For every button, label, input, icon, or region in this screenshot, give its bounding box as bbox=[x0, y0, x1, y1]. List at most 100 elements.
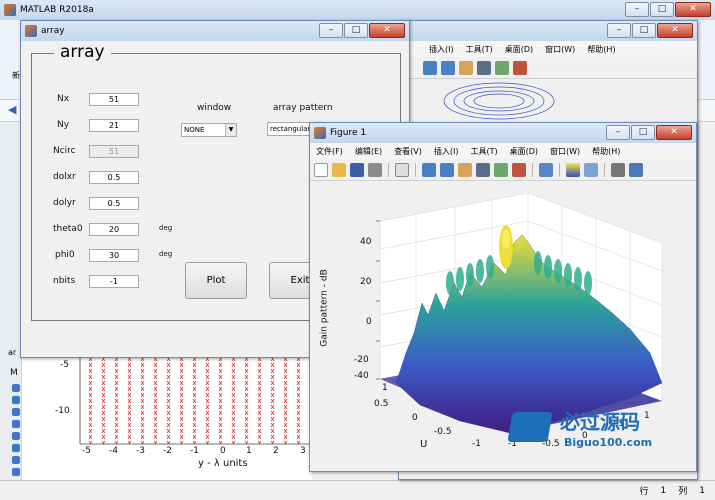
bg-menu-insert[interactable]: 插入(I) bbox=[429, 44, 454, 55]
bg-close-button[interactable]: ✕ bbox=[657, 23, 693, 38]
print-icon[interactable] bbox=[368, 162, 382, 177]
bg-figure-menu: 插入(I) 工具(T) 桌面(D) 窗口(W) 帮助(H) bbox=[399, 41, 697, 57]
rotate-3d-icon[interactable] bbox=[476, 162, 490, 177]
brush-icon[interactable] bbox=[513, 60, 527, 75]
minimize-button[interactable]: – bbox=[625, 2, 649, 17]
z-tick-0: 0 bbox=[366, 317, 372, 327]
label-ncirc: Ncirc bbox=[53, 146, 76, 156]
nx-field[interactable]: 51 bbox=[89, 93, 139, 106]
bg-x-label: y - λ units bbox=[198, 458, 248, 469]
bg-maximize-button[interactable]: □ bbox=[632, 23, 656, 38]
legend-icon[interactable] bbox=[584, 162, 598, 177]
watermark-logo-icon bbox=[507, 412, 553, 442]
menu-insert[interactable]: 插入(I) bbox=[434, 146, 459, 157]
variable-tab-label[interactable]: M bbox=[10, 368, 18, 378]
pointer-icon[interactable] bbox=[395, 162, 409, 177]
figure-title-bar: Figure 1 – □ ✕ bbox=[310, 123, 696, 143]
z-tick-40: 40 bbox=[360, 237, 372, 247]
bg-menu-desktop[interactable]: 桌面(D) bbox=[505, 44, 533, 55]
zoom-in-icon[interactable] bbox=[423, 60, 437, 75]
nbits-field[interactable]: -1 bbox=[89, 275, 139, 288]
menu-tools[interactable]: 工具(T) bbox=[470, 146, 497, 157]
zoom-in-icon[interactable] bbox=[422, 162, 436, 177]
label-nbits: nbits bbox=[53, 276, 76, 286]
zoom-out-icon[interactable] bbox=[440, 162, 454, 177]
fig-close-button[interactable]: ✕ bbox=[656, 125, 692, 140]
data-cursor-icon[interactable] bbox=[495, 60, 509, 75]
fig-maximize-button[interactable]: □ bbox=[631, 125, 655, 140]
dolxr-field[interactable]: 0.5 bbox=[89, 171, 139, 184]
menu-file[interactable]: 文件(F) bbox=[316, 146, 343, 157]
col-value: 1 bbox=[699, 485, 705, 496]
new-figure-icon[interactable] bbox=[314, 162, 328, 177]
zoom-out-icon[interactable] bbox=[441, 60, 455, 75]
menu-view[interactable]: 查看(V) bbox=[394, 146, 422, 157]
bg-x-tick: 0 bbox=[220, 446, 226, 456]
ribbon-new-label[interactable]: 新 bbox=[12, 70, 20, 81]
label-nx: Nx bbox=[57, 94, 70, 104]
bg-x-tick: -5 bbox=[82, 446, 91, 456]
open-file-icon[interactable] bbox=[332, 162, 346, 177]
u-axis-label: U bbox=[420, 439, 428, 450]
brush-icon[interactable] bbox=[512, 162, 526, 177]
bg-minimize-button[interactable]: – bbox=[607, 23, 631, 38]
maximize-button[interactable]: □ bbox=[650, 2, 674, 17]
theta0-unit: deg bbox=[159, 224, 173, 232]
back-arrow-icon[interactable]: ◀ bbox=[8, 103, 16, 116]
bg-figure-toolbar bbox=[399, 57, 697, 79]
bg-menu-help[interactable]: 帮助(H) bbox=[587, 44, 615, 55]
menu-window[interactable]: 窗口(W) bbox=[550, 146, 580, 157]
array-window-title: array bbox=[41, 26, 65, 36]
hide-tools-icon[interactable] bbox=[611, 162, 625, 177]
matlab-logo-icon bbox=[4, 4, 16, 16]
window-label: window bbox=[197, 103, 232, 113]
bg-figure-title-bar: – □ ✕ bbox=[399, 21, 697, 41]
array-maximize-button[interactable]: □ bbox=[344, 23, 368, 38]
menu-help[interactable]: 帮助(H) bbox=[592, 146, 620, 157]
matlab-title-bar: MATLAB R2018a – □ ✕ bbox=[0, 0, 715, 20]
element-grid bbox=[79, 356, 312, 445]
save-icon[interactable] bbox=[350, 162, 364, 177]
link-plot-icon[interactable] bbox=[539, 162, 553, 177]
watermark-cn: 必过源码 bbox=[560, 410, 640, 434]
u-tick-1: 1 bbox=[382, 383, 388, 393]
rotate-icon[interactable] bbox=[477, 60, 491, 75]
bg-x-tick: 2 bbox=[273, 446, 279, 456]
dropdown-arrow-icon[interactable]: ▼ bbox=[225, 124, 236, 136]
u-tick-neg0.5: -0.5 bbox=[434, 427, 452, 437]
pattern-label: array pattern bbox=[273, 103, 333, 113]
colorbar-icon[interactable] bbox=[566, 162, 580, 177]
bg-y-tick-neg5: -5 bbox=[60, 360, 69, 370]
window-dropdown[interactable]: NONE ▼ bbox=[181, 123, 237, 137]
ny-field[interactable]: 21 bbox=[89, 119, 139, 132]
menu-desktop[interactable]: 桌面(D) bbox=[510, 146, 538, 157]
menu-edit[interactable]: 编辑(E) bbox=[355, 146, 382, 157]
u-tick-0: 0 bbox=[412, 413, 418, 423]
bg-x-tick: 3 bbox=[300, 446, 306, 456]
row-label: 行 bbox=[639, 487, 649, 497]
close-button[interactable]: ✕ bbox=[675, 2, 711, 17]
col-label: 列 bbox=[678, 487, 688, 497]
dolyr-field[interactable]: 0.5 bbox=[89, 197, 139, 210]
label-dolyr: dolyr bbox=[53, 198, 76, 208]
bg-menu-window[interactable]: 窗口(W) bbox=[545, 44, 575, 55]
plot-button[interactable]: Plot bbox=[185, 262, 247, 299]
label-ny: Ny bbox=[57, 120, 70, 130]
pan-icon[interactable] bbox=[459, 60, 473, 75]
array-minimize-button[interactable]: – bbox=[319, 23, 343, 38]
bg-x-tick: 1 bbox=[246, 446, 252, 456]
phi0-field[interactable]: 30 bbox=[89, 249, 139, 262]
label-theta0: theta0 bbox=[53, 224, 83, 234]
bg-x-tick: -4 bbox=[109, 446, 118, 456]
show-tools-icon[interactable] bbox=[629, 162, 643, 177]
data-cursor-icon[interactable] bbox=[494, 162, 508, 177]
pan-icon[interactable] bbox=[458, 162, 472, 177]
bg-menu-tools[interactable]: 工具(T) bbox=[466, 44, 493, 55]
fig-minimize-button[interactable]: – bbox=[606, 125, 630, 140]
workspace-tab-label[interactable]: ar bbox=[8, 348, 16, 357]
z-tick-neg40: -40 bbox=[354, 371, 369, 381]
array-close-button[interactable]: ✕ bbox=[369, 23, 405, 38]
figure-menu-bar: 文件(F) 编辑(E) 查看(V) 插入(I) 工具(T) 桌面(D) 窗口(W… bbox=[310, 143, 696, 159]
label-phi0: phi0 bbox=[55, 250, 75, 260]
theta0-field[interactable]: 20 bbox=[89, 223, 139, 236]
